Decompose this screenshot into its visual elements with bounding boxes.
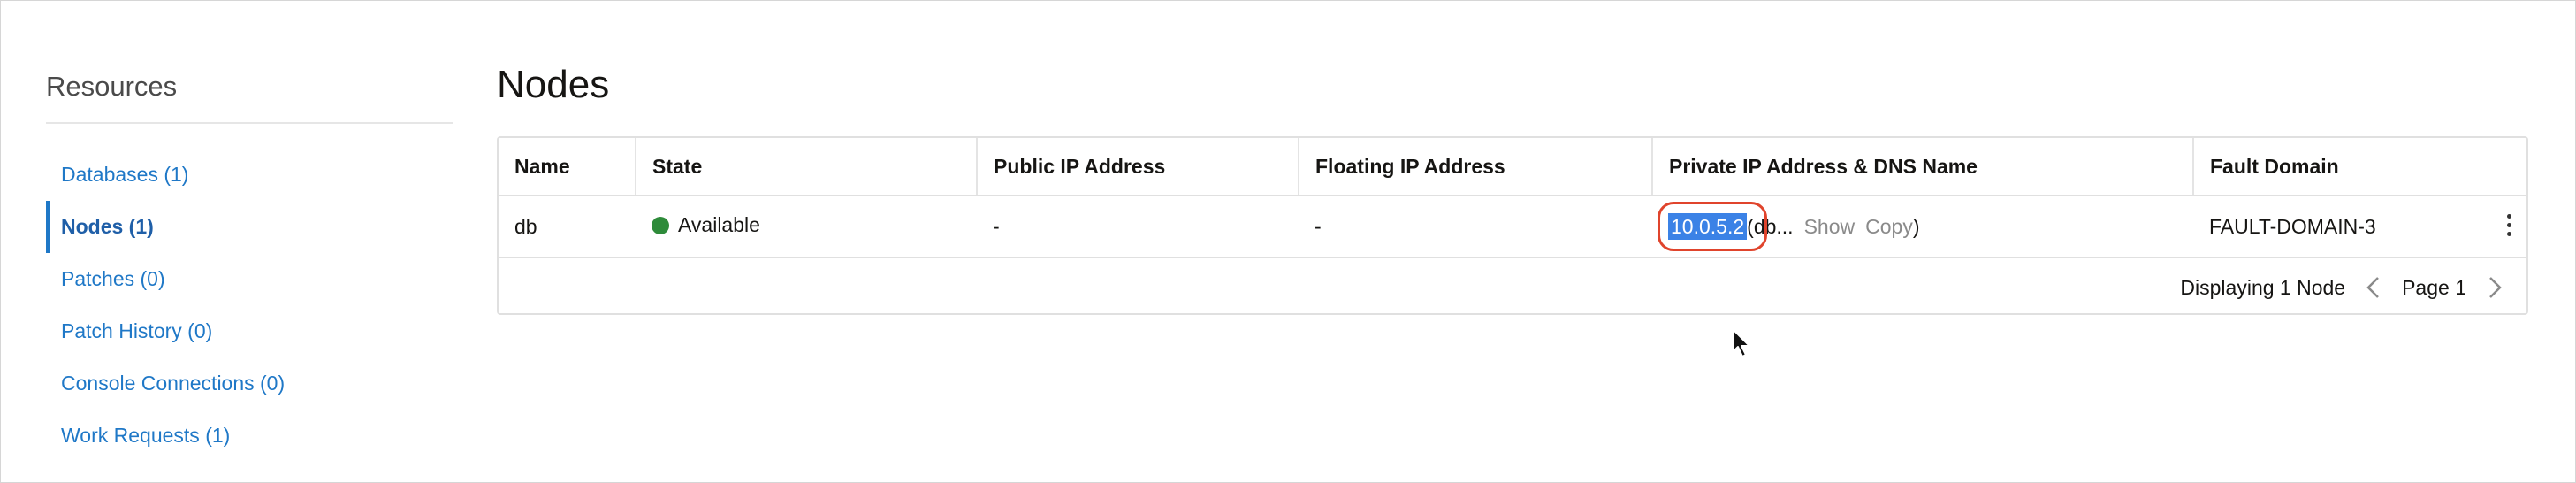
page-title: Nodes	[497, 63, 610, 106]
nodes-table-container: Name State Public IP Address Floating IP…	[497, 136, 2528, 315]
column-header-state[interactable]: State	[636, 138, 978, 196]
chevron-left-icon[interactable]	[2363, 275, 2384, 300]
dns-name-truncated: db...	[1753, 214, 1794, 238]
sidebar-title: Resources	[46, 71, 178, 102]
public-ip-cell: -	[977, 196, 1299, 258]
copy-link[interactable]: Copy	[1865, 215, 1913, 238]
column-header-public-ip[interactable]: Public IP Address	[977, 138, 1299, 196]
sidebar-item-patch-history[interactable]: Patch History (0)	[46, 305, 454, 357]
page-indicator: Page 1	[2402, 275, 2466, 299]
available-status-icon	[652, 216, 669, 234]
pagination: Displaying 1 Node Page 1	[2180, 258, 2505, 317]
sidebar-item-nodes[interactable]: Nodes (1)	[46, 201, 454, 253]
column-header-name[interactable]: Name	[499, 138, 636, 196]
sidebar-divider	[46, 122, 453, 124]
column-header-private-ip[interactable]: Private IP Address & DNS Name	[1652, 138, 2194, 196]
show-link[interactable]: Show	[1804, 215, 1856, 238]
node-state-cell: Available	[636, 196, 977, 258]
mouse-pointer-icon	[1732, 328, 1750, 357]
resources-sidebar: Resources Databases (1) Nodes (1) Patche…	[46, 62, 454, 462]
dns-close-paren: )	[1912, 214, 1920, 238]
actions-menu-icon[interactable]	[2507, 214, 2512, 241]
column-header-floating-ip[interactable]: Floating IP Address	[1299, 138, 1653, 196]
sidebar-item-console-connections[interactable]: Console Connections (0)	[46, 357, 454, 410]
state-label: Available	[678, 213, 760, 237]
nodes-table: Name State Public IP Address Floating IP…	[499, 138, 2526, 258]
table-row: db Available - - 10.0.5.2 (db... Show Copy)…	[499, 196, 2526, 258]
table-footer: Displaying 1 Node Page 1	[499, 258, 2526, 317]
sidebar-item-work-requests[interactable]: Work Requests (1)	[46, 410, 454, 462]
sidebar-item-databases[interactable]: Databases (1)	[46, 149, 454, 201]
displaying-count: Displaying 1 Node	[2180, 275, 2346, 299]
fault-domain-cell: FAULT-DOMAIN-3	[2193, 196, 2526, 258]
chevron-right-icon[interactable]	[2484, 275, 2505, 300]
node-name-cell: db	[499, 196, 636, 258]
private-ip-cell: 10.0.5.2 (db... Show Copy)	[1652, 196, 2193, 258]
nodes-section: Nodes Name State Public IP Address Float…	[497, 57, 2530, 315]
status-badge: Available	[652, 213, 760, 237]
dns-open-paren: (	[1747, 214, 1754, 238]
sidebar-item-patches[interactable]: Patches (0)	[46, 253, 454, 305]
table-header-row: Name State Public IP Address Floating IP…	[499, 138, 2526, 196]
floating-ip-cell: -	[1299, 196, 1652, 258]
resources-nav: Databases (1) Nodes (1) Patches (0) Patc…	[46, 149, 454, 462]
fault-domain-value: FAULT-DOMAIN-3	[2209, 214, 2376, 238]
column-header-fault-domain[interactable]: Fault Domain	[2193, 138, 2526, 196]
private-ip-value[interactable]: 10.0.5.2	[1668, 212, 1748, 240]
